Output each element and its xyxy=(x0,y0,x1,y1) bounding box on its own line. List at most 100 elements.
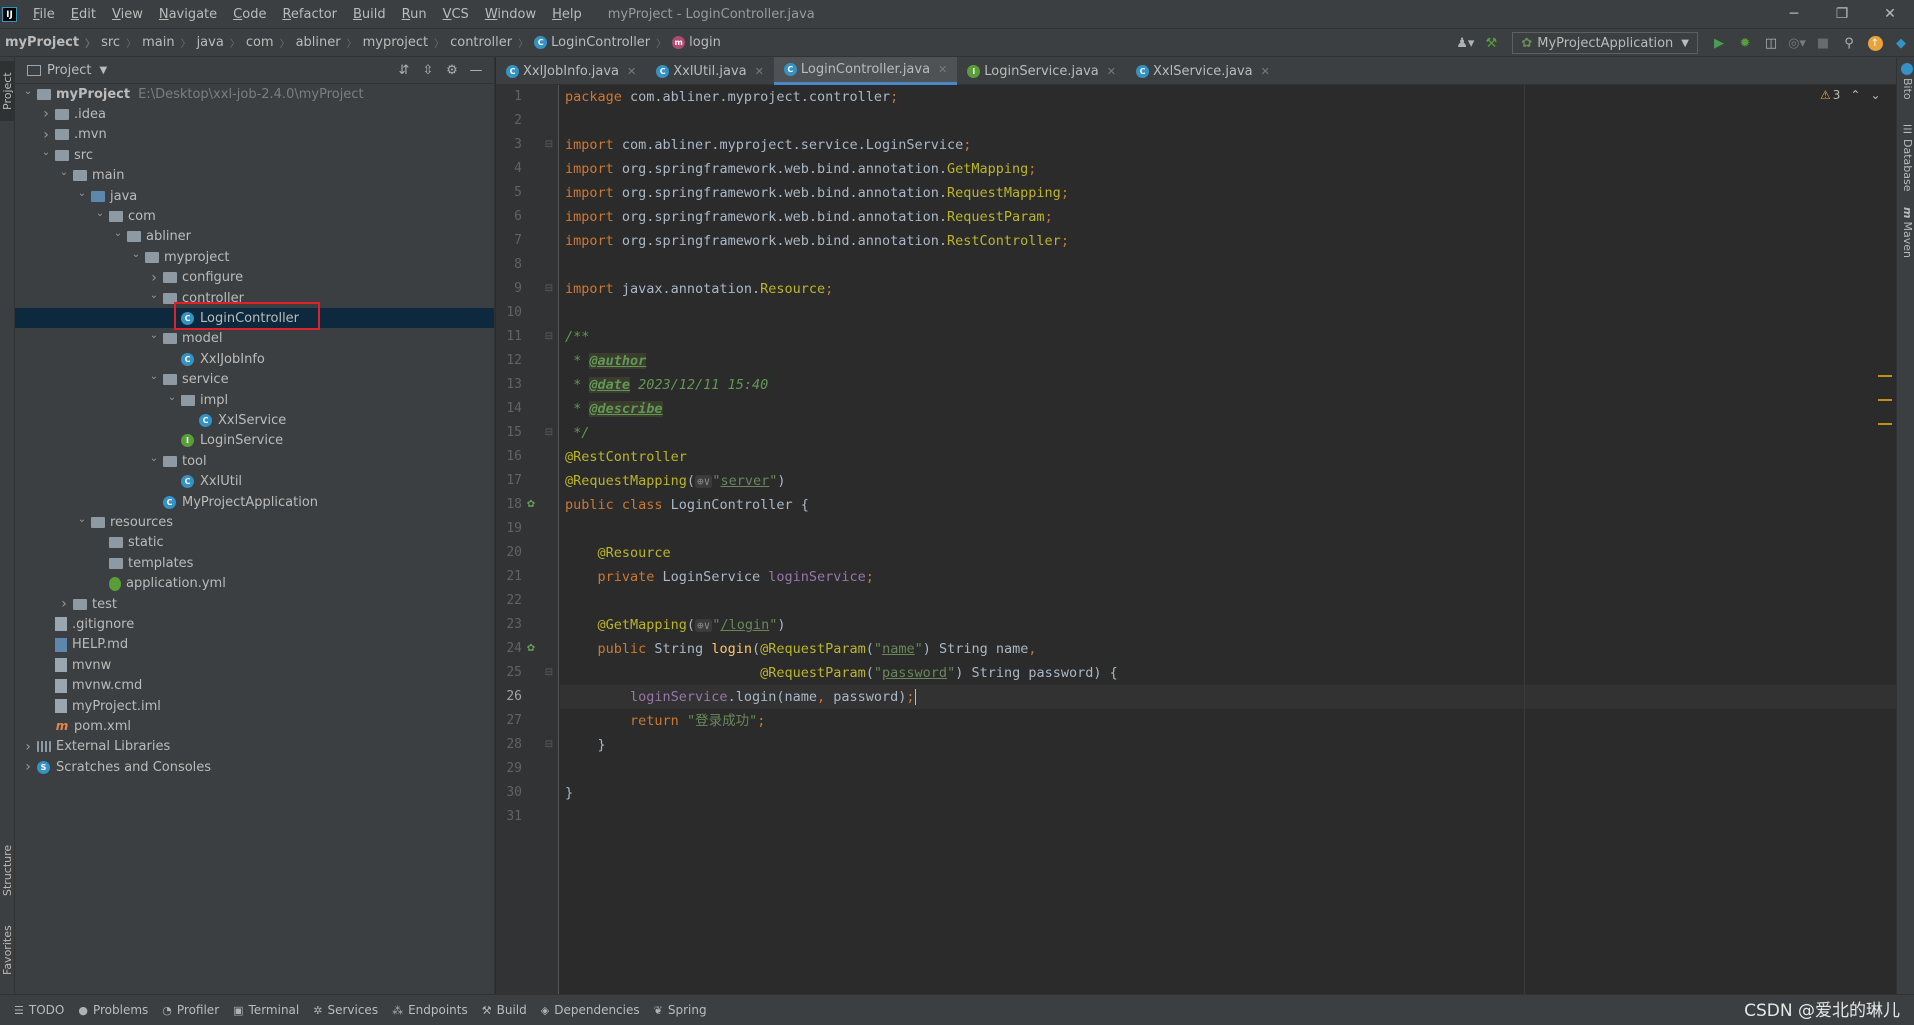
tree-node[interactable]: › .mvn xyxy=(15,125,494,145)
tree-node[interactable]: C XxlUtil xyxy=(15,472,494,492)
menu-item-edit[interactable]: Edit xyxy=(63,7,104,22)
chevron-down-icon[interactable]: ⌄ xyxy=(165,392,179,403)
tree-node[interactable]: ⌄ src xyxy=(15,145,494,165)
tree-node[interactable]: ⌄ abliner xyxy=(15,227,494,247)
bottom-tab-endpoints[interactable]: ⁂ Endpoints xyxy=(392,1003,468,1017)
chevron-down-icon[interactable]: ⌄ xyxy=(57,167,71,178)
debug-icon[interactable]: ✹ xyxy=(1734,32,1756,54)
breadcrumb-item[interactable]: abliner 〉 xyxy=(290,35,357,50)
chevron-right-icon[interactable]: › xyxy=(39,106,53,122)
tree-node[interactable]: ⌄ java xyxy=(15,186,494,206)
breadcrumb-item[interactable]: myProject 〉 xyxy=(0,35,95,50)
update-icon[interactable]: ↑ xyxy=(1864,32,1886,54)
chevron-down-icon[interactable]: ⌄ xyxy=(147,371,161,382)
expand-all-icon[interactable]: ⇵ xyxy=(392,63,416,78)
fold-marker-icon[interactable]: ⊟ xyxy=(541,137,557,153)
tree-node[interactable]: m pom.xml xyxy=(15,716,494,736)
build-hammer-icon[interactable]: ⚒ xyxy=(1480,32,1502,54)
hide-panel-icon[interactable]: — xyxy=(464,63,488,78)
spring-endpoint-gutter-icon[interactable]: ✿ xyxy=(523,641,539,657)
chevron-right-icon[interactable]: › xyxy=(21,739,35,755)
tree-node[interactable]: C MyProjectApplication xyxy=(15,492,494,512)
tree-node[interactable]: › configure xyxy=(15,268,494,288)
run-configuration-select[interactable]: ✿ MyProjectApplication ▼ xyxy=(1512,32,1698,54)
bottom-tab-services[interactable]: ✲ Services xyxy=(313,1003,378,1017)
fold-marker-icon[interactable]: ⊟ xyxy=(541,329,557,345)
menu-item-vcs[interactable]: VCS xyxy=(435,7,477,22)
restore-button[interactable]: ❐ xyxy=(1818,0,1866,28)
profile-icon[interactable]: ◎▾ xyxy=(1786,32,1808,54)
spring-bean-gutter-icon[interactable]: ✿ xyxy=(523,497,539,513)
favorites-tool-window-tab[interactable]: Favorites xyxy=(0,917,15,983)
chevron-down-icon[interactable]: ⌄ xyxy=(111,228,125,239)
bottom-tab-dependencies[interactable]: ◈ Dependencies xyxy=(541,1003,640,1017)
breadcrumb-item[interactable]: main 〉 xyxy=(136,35,190,50)
tree-node[interactable]: myProject.iml xyxy=(15,696,494,716)
bottom-tab-problems[interactable]: ● Problems xyxy=(78,1003,148,1017)
tree-node[interactable]: static xyxy=(15,533,494,553)
tree-node[interactable]: C XxlJobInfo xyxy=(15,349,494,369)
tree-node[interactable]: .gitignore xyxy=(15,614,494,634)
fold-marker-icon[interactable]: ⊟ xyxy=(541,425,557,441)
tree-node[interactable]: templates xyxy=(15,553,494,573)
close-tab-icon[interactable]: ✕ xyxy=(938,63,947,76)
breadcrumb-method[interactable]: m login xyxy=(666,35,721,50)
close-tab-icon[interactable]: ✕ xyxy=(627,65,636,78)
close-window-button[interactable]: ✕ xyxy=(1866,0,1914,28)
plugin-icon[interactable]: ◆ xyxy=(1890,32,1912,54)
tree-node[interactable]: HELP.md xyxy=(15,635,494,655)
tree-node[interactable]: ⌄ myproject xyxy=(15,247,494,267)
tree-node[interactable]: ⌄ com xyxy=(15,206,494,226)
menu-item-file[interactable]: File xyxy=(25,7,63,22)
chevron-down-icon[interactable]: ⌄ xyxy=(147,453,161,464)
warning-stripe-marker[interactable] xyxy=(1878,399,1892,401)
tree-node[interactable]: C XxlService xyxy=(15,410,494,430)
chevron-down-icon[interactable]: ⌄ xyxy=(21,86,35,97)
chevron-down-icon[interactable]: ⌄ xyxy=(129,249,143,260)
code-editor[interactable]: package com.abliner.myproject.controller… xyxy=(560,85,1896,994)
tree-node[interactable]: ⌄ tool xyxy=(15,451,494,471)
chevron-right-icon[interactable]: › xyxy=(57,596,71,612)
chevron-down-icon[interactable]: ⌄ xyxy=(75,188,89,199)
inspection-widget[interactable]: ⚠ 3 ⌃ ⌄ xyxy=(1820,88,1881,102)
editor-tab[interactable]: C XxlService.java ✕ xyxy=(1126,57,1280,85)
bito-tool-window-tab[interactable]: Bito xyxy=(1898,63,1914,100)
chevron-right-icon[interactable]: › xyxy=(39,127,53,143)
tree-node[interactable]: mvnw.cmd xyxy=(15,676,494,696)
chevron-down-icon[interactable]: ⌄ xyxy=(75,514,89,525)
tree-node[interactable]: ⌄ myProject E:\Desktop\xxl-job-2.4.0\myPro… xyxy=(15,84,494,104)
tree-node[interactable]: mvnw xyxy=(15,655,494,675)
breadcrumb-item[interactable]: src 〉 xyxy=(95,35,136,50)
chevron-down-icon[interactable]: ⌄ xyxy=(93,208,107,219)
breadcrumb-item[interactable]: controller 〉 xyxy=(444,35,528,50)
tree-node[interactable]: ⌄ resources xyxy=(15,512,494,532)
maven-tool-window-tab[interactable]: m Maven xyxy=(1898,207,1914,258)
menu-item-help[interactable]: Help xyxy=(544,7,590,22)
project-tool-window-tab[interactable]: Project xyxy=(0,61,15,121)
breadcrumb-item[interactable]: myproject 〉 xyxy=(357,35,444,50)
user-icon[interactable]: ♟▾ xyxy=(1454,32,1476,54)
menu-item-code[interactable]: Code xyxy=(225,7,274,22)
menu-item-window[interactable]: Window xyxy=(477,7,544,22)
search-everywhere-icon[interactable]: ⚲ xyxy=(1838,32,1860,54)
editor-tab[interactable]: I LoginService.java ✕ xyxy=(957,57,1126,85)
tree-node[interactable]: ⌄ main xyxy=(15,166,494,186)
breadcrumb-item[interactable]: java 〉 xyxy=(191,35,240,50)
menu-item-navigate[interactable]: Navigate xyxy=(151,7,225,22)
tree-node[interactable]: › test xyxy=(15,594,494,614)
bottom-tab-todo[interactable]: ☰ TODO xyxy=(14,1003,64,1017)
project-panel-title[interactable]: Project xyxy=(47,63,91,78)
close-tab-icon[interactable]: ✕ xyxy=(1107,65,1116,78)
chevron-down-icon[interactable]: ⌄ xyxy=(39,147,53,158)
minimize-button[interactable]: ─ xyxy=(1770,0,1818,28)
editor-tab[interactable]: C XxlUtil.java ✕ xyxy=(646,57,774,85)
tree-node[interactable]: I LoginService xyxy=(15,431,494,451)
menu-item-run[interactable]: Run xyxy=(394,7,435,22)
bottom-tab-terminal[interactable]: ▣ Terminal xyxy=(233,1003,299,1017)
stop-icon[interactable]: ■ xyxy=(1812,32,1834,54)
tree-node[interactable]: › .idea xyxy=(15,104,494,124)
chevron-down-icon[interactable]: ⌄ xyxy=(1870,88,1880,102)
warning-stripe-marker[interactable] xyxy=(1878,375,1892,377)
bottom-tab-profiler[interactable]: ◔ Profiler xyxy=(162,1003,219,1017)
menu-item-build[interactable]: Build xyxy=(345,7,394,22)
